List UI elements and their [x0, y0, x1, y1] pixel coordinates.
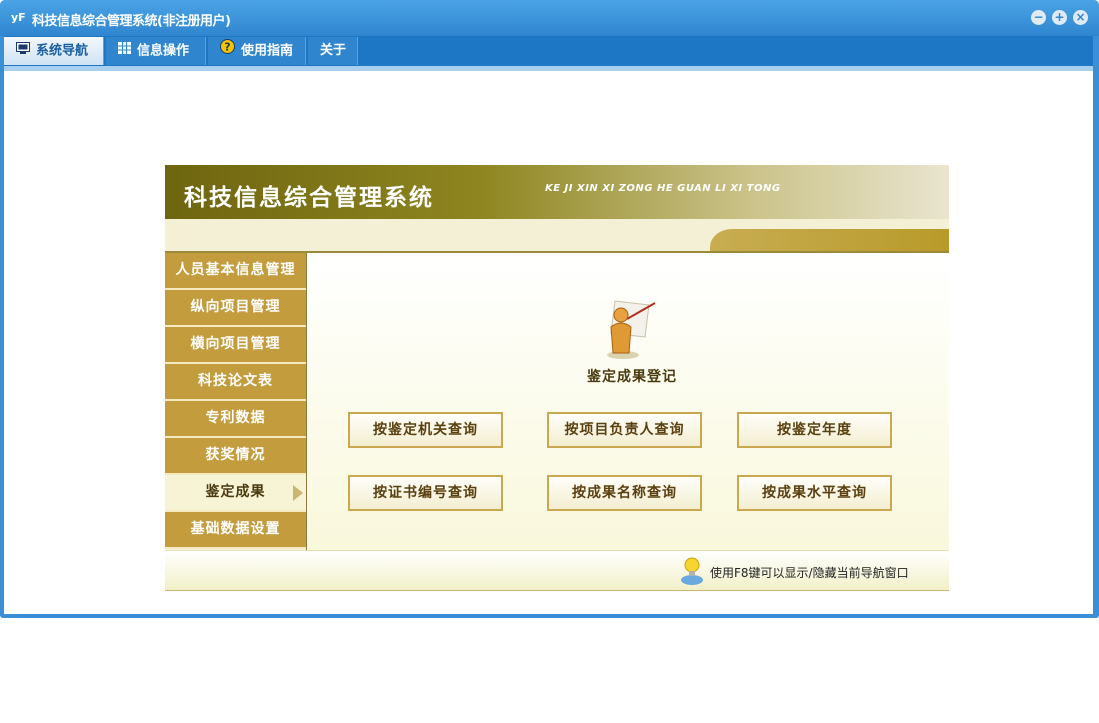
sidebar-item-papers[interactable]: 科技论文表: [165, 364, 306, 401]
sidebar-item-awards[interactable]: 获奖情况: [165, 438, 306, 475]
sidebar: 人员基本信息管理 纵向项目管理 横向项目管理 科技论文表 专利数据 获奖情况 鉴…: [165, 253, 307, 550]
maximize-icon[interactable]: +: [1052, 10, 1067, 25]
tab-about[interactable]: 关于: [308, 37, 358, 65]
menu-bar: 系统导航 信息操作 ? 使用指南 关于: [4, 36, 1093, 66]
tab-label: 使用指南: [241, 43, 294, 59]
minimize-icon[interactable]: −: [1031, 10, 1046, 25]
tab-system-nav[interactable]: 系统导航: [4, 37, 104, 65]
app-logo-icon: yF: [11, 11, 26, 24]
tab-label: 信息操作: [137, 43, 190, 59]
banner-decoration: [710, 229, 949, 251]
query-by-year-button[interactable]: 按鉴定年度: [737, 412, 892, 448]
banner-subtitle: KE JI XIN XI ZONG HE GUAN LI XI TONG: [545, 183, 781, 194]
sidebar-item-vertical-project[interactable]: 纵向项目管理: [165, 290, 306, 327]
person-pointer-icon[interactable]: [597, 297, 657, 361]
appraisal-registration-label[interactable]: 鉴定成果登记: [577, 366, 687, 386]
sidebar-item-appraisal[interactable]: 鉴定成果: [165, 475, 306, 512]
query-by-leader-button[interactable]: 按项目负责人查询: [547, 412, 702, 448]
sidebar-item-patents[interactable]: 专利数据: [165, 401, 306, 438]
lightbulb-icon: [679, 556, 705, 586]
footer-hint: 使用F8键可以显示/隐藏当前导航窗口: [710, 566, 909, 580]
arrow-right-icon: [293, 485, 303, 501]
query-by-certificate-button[interactable]: 按证书编号查询: [348, 475, 503, 511]
footer: 使用F8键可以显示/隐藏当前导航窗口: [165, 550, 949, 591]
navigation-panel: 科技信息综合管理系统 KE JI XIN XI ZONG HE GUAN LI …: [165, 165, 949, 591]
sidebar-item-personnel[interactable]: 人员基本信息管理: [165, 253, 306, 290]
banner-title: 科技信息综合管理系统: [184, 185, 434, 211]
help-icon: ?: [220, 37, 235, 65]
tab-info-operation[interactable]: 信息操作: [106, 37, 206, 65]
svg-text:?: ?: [224, 41, 230, 54]
app-window: yF 科技信息综合管理系统(非注册用户) − + × 系统导航 信息操作 ? 使…: [0, 0, 1099, 618]
sidebar-item-basic-data[interactable]: 基础数据设置: [165, 512, 306, 549]
tab-label: 系统导航: [36, 43, 89, 59]
tab-user-guide[interactable]: ? 使用指南: [208, 37, 306, 65]
title-bar[interactable]: yF 科技信息综合管理系统(非注册用户) − + ×: [0, 0, 1099, 36]
window-title: 科技信息综合管理系统(非注册用户): [32, 14, 231, 29]
query-by-authority-button[interactable]: 按鉴定机关查询: [348, 412, 503, 448]
sidebar-item-label: 鉴定成果: [205, 484, 266, 500]
query-by-level-button[interactable]: 按成果水平查询: [737, 475, 892, 511]
tab-label: 关于: [320, 43, 347, 58]
grid-icon: [118, 37, 131, 65]
banner: 科技信息综合管理系统 KE JI XIN XI ZONG HE GUAN LI …: [165, 165, 949, 219]
main-content: 鉴定成果登记 按鉴定机关查询 按项目负责人查询 按鉴定年度 按证书编号查询 按成…: [307, 253, 949, 550]
query-by-name-button[interactable]: 按成果名称查询: [547, 475, 702, 511]
monitor-icon: [16, 37, 30, 65]
close-icon[interactable]: ×: [1073, 10, 1088, 25]
sidebar-item-horizontal-project[interactable]: 横向项目管理: [165, 327, 306, 364]
